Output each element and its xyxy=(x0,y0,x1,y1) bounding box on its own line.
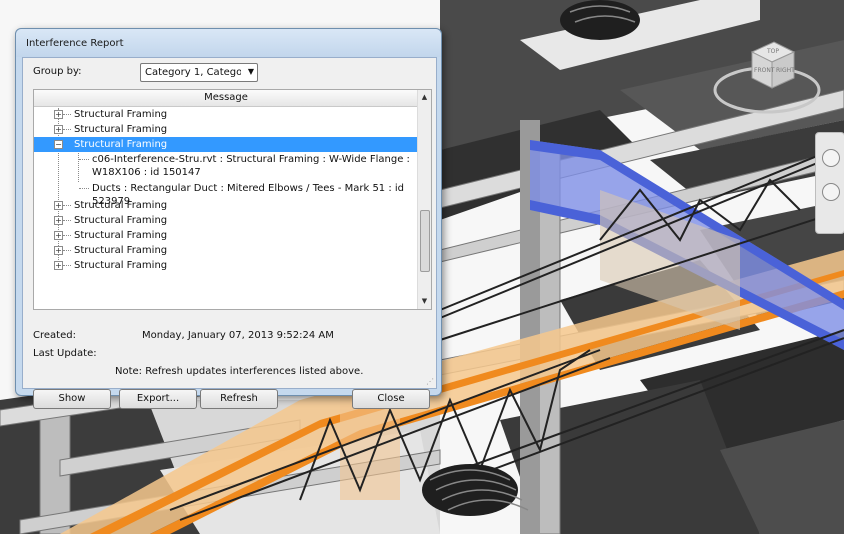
created-label: Created: xyxy=(33,330,76,341)
expand-icon[interactable]: + xyxy=(54,216,63,225)
interference-tree[interactable]: Message + Structural Framing + Structura… xyxy=(33,89,432,310)
expand-icon[interactable]: + xyxy=(54,125,63,134)
dialog-title: Interference Report xyxy=(26,38,124,49)
dialog-client: Group by: Category 1, Category 2 ▼ Messa… xyxy=(22,57,437,409)
expand-icon[interactable]: + xyxy=(54,110,63,119)
interference-item-1-line2[interactable]: W18X106 : id 150147 xyxy=(92,166,201,179)
export-button[interactable]: Export... xyxy=(119,389,197,409)
tree-connector xyxy=(63,114,71,115)
expand-icon[interactable]: + xyxy=(54,246,63,255)
column-header-message[interactable]: Message xyxy=(34,90,418,107)
expand-icon[interactable]: + xyxy=(54,231,63,240)
viewcube[interactable]: TOP FRONT RIGHT xyxy=(712,38,822,118)
tree-connector xyxy=(63,220,71,221)
tree-row-label: Structural Framing xyxy=(74,139,168,150)
tree-row[interactable]: + Structural Framing xyxy=(34,122,418,137)
scroll-up-icon[interactable]: ▲ xyxy=(418,91,431,104)
tree-row[interactable]: + Structural Framing xyxy=(34,258,418,273)
group-by-value: Category 1, Category 2 xyxy=(145,67,241,78)
viewcube-icon: TOP FRONT RIGHT xyxy=(713,41,821,114)
tree-row-label: Structural Framing xyxy=(74,109,168,120)
tree-row[interactable]: + Structural Framing xyxy=(34,107,418,122)
group-by-label: Group by: xyxy=(33,66,82,77)
tree-row[interactable]: + Structural Framing xyxy=(34,243,418,258)
zoom-icon[interactable] xyxy=(822,183,840,201)
tree-row-label: Structural Framing xyxy=(74,215,168,226)
scroll-thumb[interactable] xyxy=(420,210,430,272)
tree-connector xyxy=(63,205,71,206)
tree-row[interactable]: + Structural Framing xyxy=(34,213,418,228)
tree-connector xyxy=(63,235,71,236)
viewcube-front-label: FRONT xyxy=(754,67,775,74)
tree-connector xyxy=(79,159,89,160)
refresh-button[interactable]: Refresh xyxy=(200,389,278,409)
tree-row-label: Structural Framing xyxy=(74,245,168,256)
tree-row-label: Structural Framing xyxy=(74,260,168,271)
tree-connector xyxy=(79,188,89,189)
tree-row[interactable]: + Structural Framing xyxy=(34,198,418,213)
show-button[interactable]: Show xyxy=(33,389,111,409)
scroll-down-icon[interactable]: ▼ xyxy=(418,295,431,308)
interference-report-dialog: Interference Report Group by: Category 1… xyxy=(15,28,442,409)
viewcube-top-label: TOP xyxy=(766,48,779,55)
created-value: Monday, January 07, 2013 9:52:24 AM xyxy=(142,330,334,341)
tree-connector xyxy=(63,129,71,130)
expand-icon[interactable]: + xyxy=(54,261,63,270)
collapse-icon[interactable]: − xyxy=(54,140,63,149)
close-button[interactable]: Close xyxy=(352,389,430,409)
tree-row-label: Structural Framing xyxy=(74,200,168,211)
navigation-bar[interactable] xyxy=(815,132,844,234)
tree-row[interactable]: + Structural Framing xyxy=(34,228,418,243)
tree-connector xyxy=(63,250,71,251)
resize-grip-icon[interactable]: ⋰ xyxy=(426,377,434,386)
steering-wheel-icon[interactable] xyxy=(822,149,840,167)
vertical-scrollbar[interactable]: ▲ ▼ xyxy=(417,90,431,309)
tree-row-label: Structural Framing xyxy=(74,230,168,241)
interference-item-1-line1[interactable]: c06-Interference-Stru.rvt : Structural F… xyxy=(92,153,410,166)
expand-icon[interactable]: + xyxy=(54,201,63,210)
refresh-note: Note: Refresh updates interferences list… xyxy=(115,366,364,377)
tree-connector xyxy=(63,265,71,266)
tree-row-selected[interactable]: − Structural Framing xyxy=(34,137,418,152)
dialog-titlebar[interactable]: Interference Report xyxy=(16,29,441,57)
group-by-dropdown[interactable]: Category 1, Category 2 ▼ xyxy=(140,63,258,82)
viewcube-right-label: RIGHT xyxy=(776,67,795,74)
last-update-label: Last Update: xyxy=(33,348,97,359)
chevron-down-icon: ▼ xyxy=(247,67,254,76)
tree-row-label: Structural Framing xyxy=(74,124,168,135)
